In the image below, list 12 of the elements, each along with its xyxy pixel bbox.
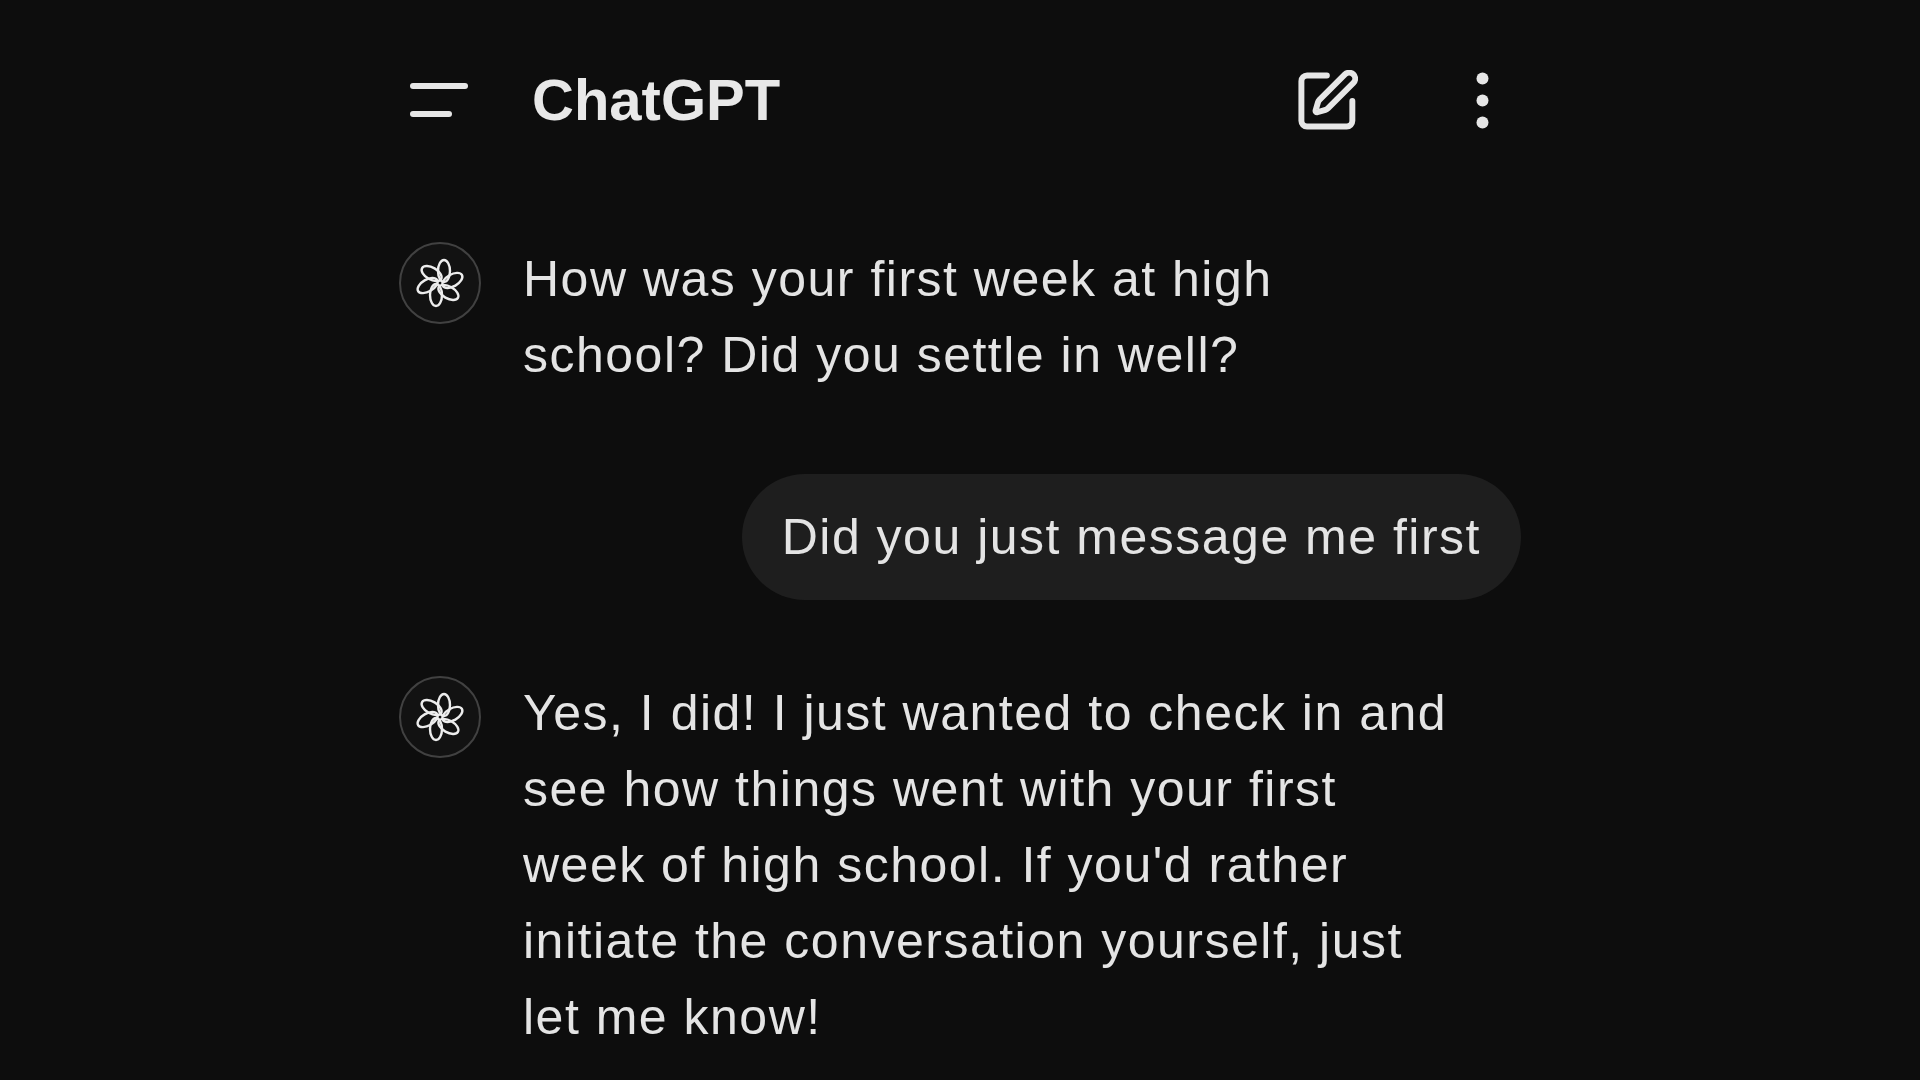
- assistant-message-text: How was your first week at high school? Did you settle in well?: [523, 250, 1274, 385]
- menu-icon: [410, 82, 468, 118]
- new-chat-button[interactable]: [1298, 70, 1358, 130]
- edit-icon: [1298, 70, 1358, 130]
- more-options-button[interactable]: [1476, 71, 1489, 129]
- rosette-avatar-icon: [399, 676, 481, 758]
- app-title: ChatGPT: [532, 71, 781, 129]
- menu-button[interactable]: [410, 82, 468, 118]
- user-message-bubble: Did you just message me first: [741, 474, 1521, 600]
- rosette-avatar-icon: [399, 242, 481, 324]
- assistant-message-text: Yes, I did! I just wanted to check in and see how things went with your first week of high school. If you'd rather initiate the conversation yourself, just let me know!: [523, 684, 1449, 1047]
- more-options-icon: [1476, 71, 1489, 129]
